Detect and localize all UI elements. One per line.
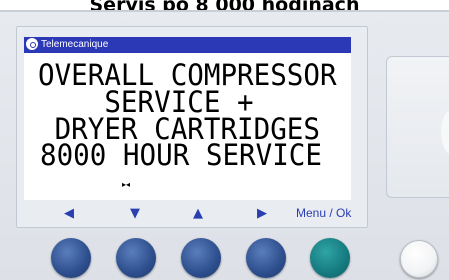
menu-ok-label: Menu / Ok	[296, 206, 352, 220]
brand-label: Telemecanique	[41, 39, 109, 50]
nav-right-arrow-icon: ▶	[257, 206, 267, 221]
lcd-line-4: 8000 HOUR SERVICE	[40, 138, 322, 172]
nav-down-arrow-icon: ▼	[130, 206, 140, 221]
cursor-indicator: ▸◂	[122, 180, 131, 189]
telemecanique-logo-icon	[26, 38, 38, 50]
lcd-header: Telemecanique	[24, 37, 351, 53]
nav-up-arrow-icon: ▲	[193, 206, 203, 221]
menu-ok-button[interactable]	[310, 238, 350, 278]
lcd-screen: OVERALL COMPRESSOR SERVICE + DRYER CARTR…	[24, 53, 351, 200]
left-button[interactable]	[51, 238, 91, 278]
right-button[interactable]	[246, 238, 286, 278]
white-button[interactable]	[400, 240, 438, 278]
side-panel	[386, 56, 449, 198]
up-button[interactable]	[181, 238, 221, 278]
nav-left-arrow-icon: ◀	[64, 206, 74, 221]
down-button[interactable]	[116, 238, 156, 278]
